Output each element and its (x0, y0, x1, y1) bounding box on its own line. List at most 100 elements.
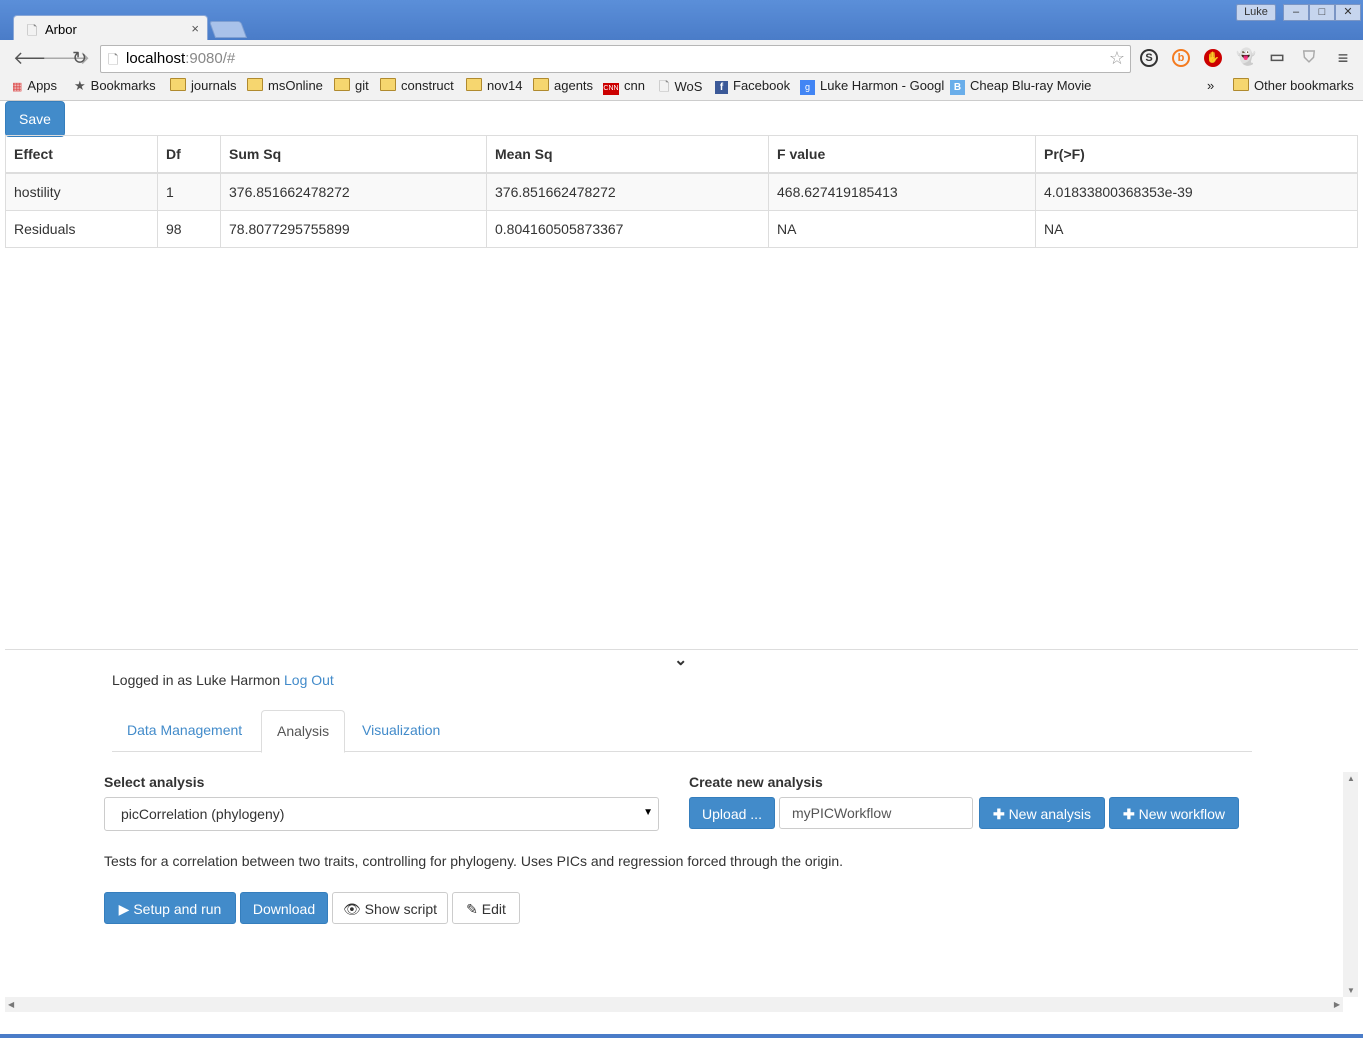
star-icon: ★ (74, 78, 86, 93)
bookmarks-bar: ▦ Apps ★ Bookmarks journals msOnline git c… (0, 76, 1363, 98)
apps-grid-icon: ▦ (12, 81, 23, 93)
login-status: Logged in as Luke Harmon Log Out (112, 672, 334, 688)
ghostery-icon[interactable]: 👻 (1236, 49, 1256, 67)
table-row: Residuals 98 78.8077295755899 0.80416050… (5, 210, 1358, 248)
b-icon: B (950, 80, 965, 95)
bookmark-bookmarks[interactable]: ★ Bookmarks (74, 78, 156, 94)
column-header: Df (157, 135, 221, 174)
address-bar[interactable]: 🗋 localhost:9080/# ☆ (100, 45, 1131, 73)
plus-icon: ✚ (1123, 806, 1135, 822)
table-cell: Residuals (5, 210, 158, 248)
select-analysis-label: Select analysis (104, 774, 205, 790)
facebook-icon: f (715, 81, 728, 94)
table-cell: NA (1035, 210, 1358, 248)
scroll-down-arrow-icon[interactable]: ▼ (1347, 986, 1355, 995)
dropdown-arrow-icon: ▼ (643, 807, 653, 818)
other-bookmarks[interactable]: Other bookmarks (1233, 78, 1354, 93)
create-analysis-label: Create new analysis (689, 774, 823, 790)
bookmark-apps[interactable]: ▦ Apps (12, 78, 57, 93)
folder-icon (334, 78, 350, 91)
table-cell: 468.627419185413 (768, 172, 1036, 211)
bookmark-star-icon[interactable]: ☆ (1109, 48, 1125, 69)
column-header: Mean Sq (486, 135, 769, 174)
tab-bar: Data Management Analysis Visualization (112, 710, 1252, 753)
bookmark-scholar[interactable]: g Luke Harmon - Googl (800, 78, 944, 95)
anova-table: Effect Df Sum Sq Mean Sq F value Pr(>F) … (5, 135, 1358, 248)
folder-icon (533, 78, 549, 91)
tab-close-icon[interactable]: × (191, 21, 199, 36)
table-cell: 0.804160505873367 (486, 210, 769, 248)
table-cell: 78.8077295755899 (220, 210, 487, 248)
minimize-button[interactable]: – (1283, 4, 1309, 21)
window-bottom-border (0, 1034, 1363, 1038)
cnn-icon: CNN (603, 83, 619, 95)
tab-visualization[interactable]: Visualization (347, 710, 455, 750)
bookmark-journals[interactable]: journals (170, 78, 237, 93)
download-button[interactable]: Download (240, 892, 328, 924)
bookmark-cnn[interactable]: CNN cnn (603, 78, 645, 95)
bookmark-bluray[interactable]: B Cheap Blu-ray Movie (950, 78, 1091, 95)
browser-tab[interactable]: 🗋 Arbor × (13, 15, 208, 43)
table-cell: 98 (157, 210, 221, 248)
tab-data-management[interactable]: Data Management (112, 710, 257, 750)
cast-icon[interactable]: ▭ (1268, 49, 1286, 67)
column-header: Pr(>F) (1035, 135, 1358, 174)
table-cell: 376.851662478272 (486, 172, 769, 211)
bookmark-agents[interactable]: agents (533, 78, 593, 93)
bookmarks-overflow-button[interactable]: » (1207, 78, 1214, 93)
vertical-scrollbar[interactable]: ▲ ▼ (1343, 772, 1358, 997)
eye-icon: 👁 (342, 901, 361, 917)
bookmark-nov14[interactable]: nov14 (466, 78, 522, 93)
menu-icon[interactable]: ≡ (1334, 49, 1352, 67)
bookmark-wos[interactable]: 🗋 WoS (659, 78, 702, 100)
bookmark-msonline[interactable]: msOnline (247, 78, 323, 93)
reload-icon[interactable]: ↻ (72, 48, 87, 69)
folder-icon (170, 78, 186, 91)
analysis-select-value: picCorrelation (phylogeny) (121, 806, 285, 822)
extension-b-icon[interactable]: b (1172, 49, 1190, 67)
setup-and-run-button[interactable]: ▶ Setup and run (104, 892, 236, 924)
table-cell: hostility (5, 172, 158, 211)
workflow-name-input[interactable]: myPICWorkflow (779, 797, 973, 829)
new-analysis-button[interactable]: ✚ New analysis (979, 797, 1105, 829)
horizontal-scrollbar[interactable]: ◀ ▶ (5, 997, 1343, 1012)
logout-link[interactable]: Log Out (284, 672, 334, 688)
adblock-icon[interactable]: ✋ (1204, 49, 1222, 67)
scroll-right-arrow-icon[interactable]: ▶ (1334, 1000, 1340, 1009)
login-text: Logged in as Luke Harmon (112, 672, 281, 688)
folder-icon (1233, 78, 1249, 91)
analysis-description: Tests for a correlation between two trai… (104, 853, 844, 869)
profile-button[interactable]: Luke (1236, 4, 1276, 21)
tab-analysis[interactable]: Analysis (261, 710, 346, 753)
table-cell: 4.01833800368353e-39 (1035, 172, 1358, 211)
show-script-button[interactable]: 👁 Show script (332, 892, 448, 924)
edit-button[interactable]: ✎ Edit (452, 892, 520, 924)
folder-icon (247, 78, 263, 91)
play-icon: ▶ (118, 901, 130, 917)
new-workflow-button[interactable]: ✚ New workflow (1109, 797, 1239, 829)
save-button[interactable]: Save (5, 101, 65, 137)
new-tab-button[interactable] (208, 21, 248, 38)
extension-shield-icon[interactable]: ⛉ (1300, 49, 1318, 67)
table-row: hostility 1 376.851662478272 376.8516624… (5, 172, 1358, 211)
column-header: Effect (5, 135, 158, 174)
bookmark-git[interactable]: git (334, 78, 369, 93)
collapse-chevron-icon[interactable]: ⌄ (674, 650, 687, 670)
column-header: F value (768, 135, 1036, 174)
upload-button[interactable]: Upload ... (689, 797, 775, 829)
close-window-button[interactable]: ✕ (1335, 4, 1361, 21)
bookmark-facebook[interactable]: f Facebook (715, 78, 790, 94)
scroll-left-arrow-icon[interactable]: ◀ (8, 1000, 14, 1009)
tab-title: Arbor (45, 22, 77, 37)
page-icon: 🗋 (659, 79, 670, 94)
plus-icon: ✚ (992, 806, 1005, 822)
extension-s-icon[interactable]: S (1140, 49, 1158, 67)
bookmark-construct[interactable]: construct (380, 78, 454, 93)
analysis-select[interactable]: picCorrelation (phylogeny) ▼ (104, 797, 659, 831)
maximize-button[interactable]: □ (1309, 4, 1335, 21)
table-cell: 1 (157, 172, 221, 211)
table-header-row: Effect Df Sum Sq Mean Sq F value Pr(>F) (5, 135, 1358, 174)
scroll-up-arrow-icon[interactable]: ▲ (1347, 774, 1355, 783)
edit-icon: ✎ (466, 901, 478, 917)
scholar-icon: g (800, 80, 815, 95)
